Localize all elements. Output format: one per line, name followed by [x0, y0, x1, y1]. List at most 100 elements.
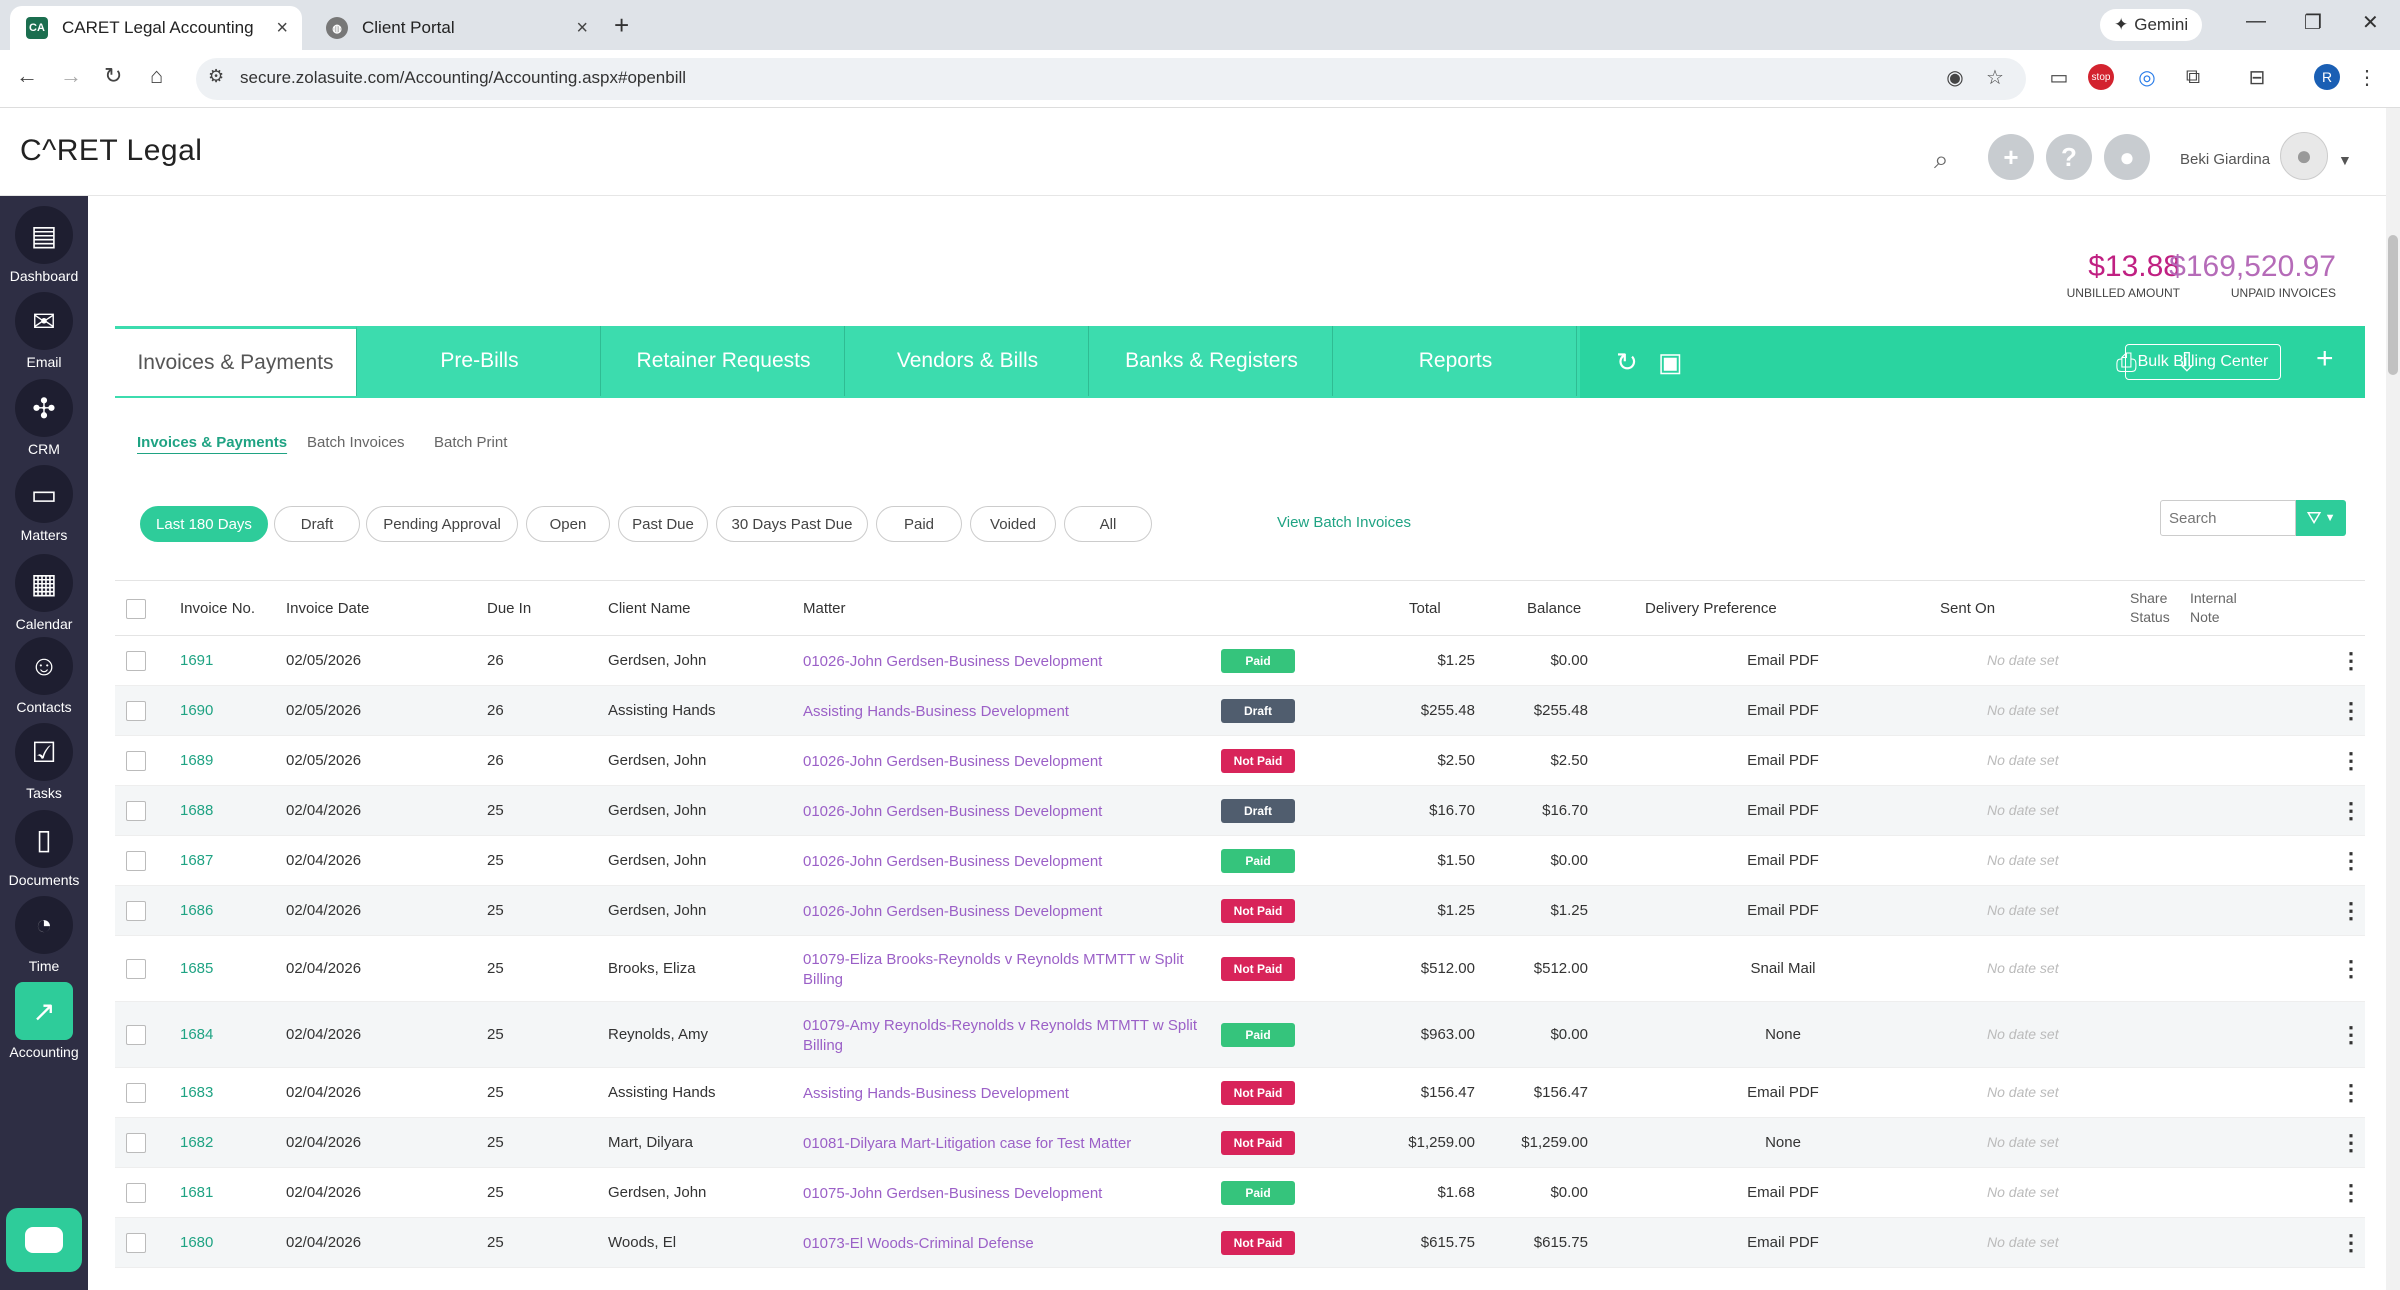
tab-banks-registers[interactable]: Banks & Registers [1091, 326, 1333, 396]
browser-tab-client-portal[interactable]: ◍ Client Portal × [310, 6, 602, 50]
sidebar-item-accounting[interactable]: ↗ Accounting [0, 982, 88, 1060]
restore-icon[interactable]: ❐ [2304, 10, 2322, 35]
chevron-down-icon[interactable]: ▼ [2338, 152, 2352, 168]
invoice-number-link[interactable]: 1691 [180, 652, 213, 669]
invoice-number-link[interactable]: 1683 [180, 1084, 213, 1101]
row-menu-icon[interactable]: ⋮ [2340, 1230, 2362, 1256]
row-checkbox[interactable] [126, 751, 146, 771]
row-menu-icon[interactable]: ⋮ [2340, 956, 2362, 982]
table-row[interactable]: 1688 02/04/2026 25 Gerdsen, John 01026-John … [115, 786, 2365, 836]
col-balance[interactable]: Balance [1527, 600, 1581, 617]
table-row[interactable]: 1680 02/04/2026 25 Woods, El 01073-El Woods-… [115, 1218, 2365, 1268]
row-menu-icon[interactable]: ⋮ [2340, 1130, 2362, 1156]
matter-link[interactable]: 01026-John Gerdsen-Business Development [803, 852, 1102, 872]
unbilled-amount[interactable]: $13.88 [2020, 250, 2180, 284]
avatar[interactable]: ● [2280, 132, 2328, 180]
scrollbar-thumb[interactable] [2388, 235, 2398, 375]
close-tab-icon[interactable]: × [576, 17, 588, 40]
matter-link[interactable]: 01079-Amy Reynolds-Reynolds v Reynolds M… [803, 1016, 1197, 1056]
forward-icon[interactable]: → [60, 63, 82, 89]
row-checkbox[interactable] [126, 801, 146, 821]
row-checkbox[interactable] [126, 959, 146, 979]
matter-link[interactable]: 01079-Eliza Brooks-Reynolds v Reynolds M… [803, 950, 1184, 990]
tab-invoices-payments[interactable]: Invoices & Payments [115, 326, 357, 396]
back-icon[interactable]: ← [16, 63, 38, 89]
invoice-number-link[interactable]: 1680 [180, 1234, 213, 1251]
row-menu-icon[interactable]: ⋮ [2340, 648, 2362, 674]
filter-all[interactable]: All [1064, 506, 1152, 542]
table-row[interactable]: 1684 02/04/2026 25 Reynolds, Amy 01079-Amy R… [115, 1002, 2365, 1068]
filter-open[interactable]: Open [526, 506, 610, 542]
row-menu-icon[interactable]: ⋮ [2340, 748, 2362, 774]
sidebar-item-crm[interactable]: ✣ CRM [0, 379, 88, 457]
cast-icon[interactable]: ▭ [2046, 64, 2072, 90]
col-matter[interactable]: Matter [803, 600, 846, 617]
col-total[interactable]: Total [1409, 600, 1441, 617]
row-menu-icon[interactable]: ⋮ [2340, 1080, 2362, 1106]
sidebar-item-dashboard[interactable]: ▤ Dashboard [0, 206, 88, 284]
sidebar-item-matters[interactable]: ▭ Matters [0, 465, 88, 543]
col-internal-note[interactable]: Internal Note [2190, 589, 2237, 627]
add-icon[interactable]: + [1988, 134, 2034, 180]
sidebar-item-calendar[interactable]: ▦ Calendar [0, 554, 88, 632]
row-menu-icon[interactable]: ⋮ [2340, 798, 2362, 824]
filter-voided[interactable]: Voided [970, 506, 1056, 542]
table-row[interactable]: 1687 02/04/2026 25 Gerdsen, John 01026-John … [115, 836, 2365, 886]
close-tab-icon[interactable]: × [276, 17, 288, 40]
add-invoice-button[interactable]: + [2316, 342, 2334, 376]
select-all-checkbox[interactable] [126, 599, 146, 619]
matter-link[interactable]: Assisting Hands-Business Development [803, 702, 1069, 722]
invoice-number-link[interactable]: 1685 [180, 960, 213, 977]
col-share-status[interactable]: Share Status [2130, 589, 2170, 627]
matter-link[interactable]: 01073-El Woods-Criminal Defense [803, 1234, 1034, 1254]
col-due-in[interactable]: Due In [487, 600, 531, 617]
minimize-icon[interactable]: — [2246, 10, 2266, 33]
browser-menu-icon[interactable]: ⋮ [2354, 64, 2380, 90]
gemini-button[interactable]: ✦ Gemini [2100, 9, 2203, 41]
site-settings-icon[interactable]: ⚙ [208, 66, 224, 87]
help-icon[interactable]: ? [2046, 134, 2092, 180]
filter-past-due[interactable]: Past Due [618, 506, 708, 542]
sidebar-item-email[interactable]: ✉ Email [0, 292, 88, 370]
chat-bubble-icon[interactable]: ● [2104, 134, 2150, 180]
matter-link[interactable]: 01026-John Gerdsen-Business Development [803, 752, 1102, 772]
matter-link[interactable]: 01081-Dilyara Mart-Litigation case for T… [803, 1134, 1131, 1154]
matter-link[interactable]: 01026-John Gerdsen-Business Development [803, 652, 1102, 672]
subtab-invoices-payments[interactable]: Invoices & Payments [137, 434, 287, 451]
row-checkbox[interactable] [126, 851, 146, 871]
home-icon[interactable]: ⌂ [150, 63, 163, 89]
search-icon[interactable]: ⌕ [1934, 144, 1949, 176]
row-checkbox[interactable] [126, 1133, 146, 1153]
filter-30-days-past-due[interactable]: 30 Days Past Due [716, 506, 868, 542]
row-menu-icon[interactable]: ⋮ [2340, 1180, 2362, 1206]
row-checkbox[interactable] [126, 901, 146, 921]
window-close-icon[interactable]: ✕ [2362, 10, 2379, 35]
eye-icon[interactable]: ◉ [1942, 64, 1968, 90]
filter-dropdown-button[interactable]: ⛛ ▼ [2296, 500, 2346, 536]
bulk-billing-center-button[interactable]: Bulk Billing Center [2125, 344, 2281, 380]
extension-circle-icon[interactable]: ◎ [2134, 64, 2160, 90]
tab-reports[interactable]: Reports [1335, 326, 1577, 396]
table-row[interactable]: 1690 02/05/2026 26 Assisting Hands Assisting… [115, 686, 2365, 736]
col-sent-on[interactable]: Sent On [1940, 600, 1995, 617]
row-menu-icon[interactable]: ⋮ [2340, 1022, 2362, 1048]
row-checkbox[interactable] [126, 1183, 146, 1203]
table-row[interactable]: 1689 02/05/2026 26 Gerdsen, John 01026-John … [115, 736, 2365, 786]
new-tab-button[interactable]: + [614, 10, 629, 41]
filter-last-180-days[interactable]: Last 180 Days [140, 506, 268, 542]
invoice-number-link[interactable]: 1684 [180, 1026, 213, 1043]
table-row[interactable]: 1686 02/04/2026 25 Gerdsen, John 01026-John … [115, 886, 2365, 936]
row-checkbox[interactable] [126, 1025, 146, 1045]
invoice-number-link[interactable]: 1687 [180, 852, 213, 869]
matter-link[interactable]: 01026-John Gerdsen-Business Development [803, 802, 1102, 822]
invoice-number-link[interactable]: 1688 [180, 802, 213, 819]
filter-draft[interactable]: Draft [274, 506, 360, 542]
filter-pending-approval[interactable]: Pending Approval [366, 506, 518, 542]
invoice-number-link[interactable]: 1681 [180, 1184, 213, 1201]
extensions-puzzle-icon[interactable]: ⧉ [2180, 64, 2206, 90]
caret-legal-logo[interactable]: C^RET Legal [20, 134, 202, 168]
sidebar-item-time[interactable]: ◔ Time [0, 896, 88, 974]
tab-vendors-bills[interactable]: Vendors & Bills [847, 326, 1089, 396]
tab-retainer-requests[interactable]: Retainer Requests [603, 326, 845, 396]
matter-link[interactable]: Assisting Hands-Business Development [803, 1084, 1069, 1104]
